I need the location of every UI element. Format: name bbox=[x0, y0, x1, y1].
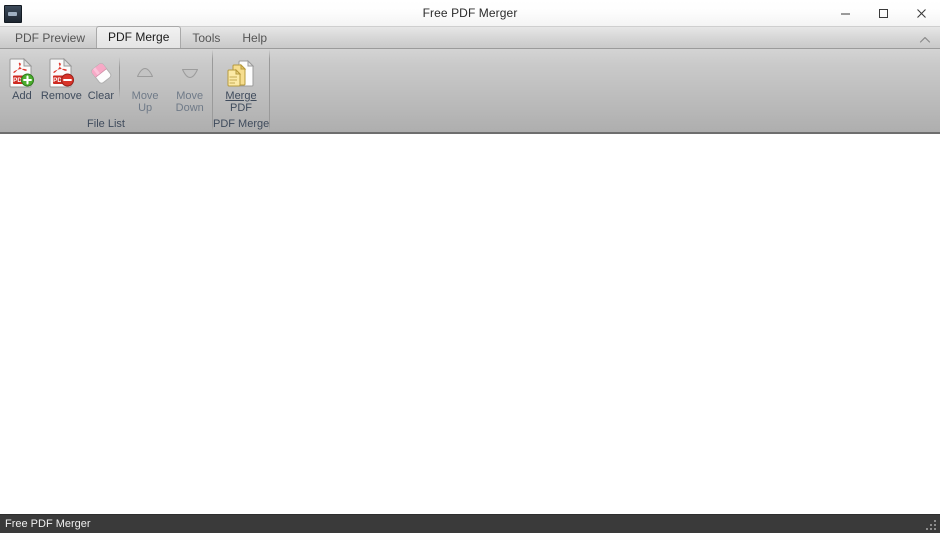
tab-pdf-merge[interactable]: PDF Merge bbox=[96, 26, 182, 48]
pdf-remove-icon: PDF bbox=[48, 56, 75, 90]
add-button[interactable]: PDF Add bbox=[4, 53, 40, 105]
ribbon-collapse-button[interactable] bbox=[918, 32, 932, 46]
remove-button-label: Remove bbox=[40, 90, 82, 102]
status-bar: Free PDF Merger bbox=[0, 514, 940, 533]
merge-pdf-button-label: Merge PDF bbox=[225, 90, 257, 114]
resize-grip-icon[interactable] bbox=[924, 518, 938, 532]
move-down-button[interactable]: Move Down bbox=[167, 53, 212, 115]
tab-pdf-preview[interactable]: PDF Preview bbox=[4, 28, 96, 48]
ribbon: PDF Add PDF Remove Clear Move Up Move Do… bbox=[0, 48, 940, 134]
add-button-label: Add bbox=[12, 90, 32, 102]
move-down-label-line1: Move bbox=[176, 90, 204, 102]
stacked-pages-icon bbox=[226, 56, 256, 90]
ribbon-group-file-list: PDF Add PDF Remove Clear Move Up Move Do… bbox=[0, 49, 212, 132]
minimize-button[interactable] bbox=[826, 0, 864, 26]
maximize-icon bbox=[878, 8, 888, 18]
remove-button[interactable]: PDF Remove bbox=[40, 53, 83, 105]
triangle-down-icon bbox=[178, 56, 202, 90]
window-controls bbox=[826, 0, 940, 26]
move-up-button[interactable]: Move Up bbox=[123, 53, 168, 115]
merge-pdf-label-line2: PDF bbox=[230, 101, 252, 114]
ribbon-tab-strip: PDF Preview PDF Merge Tools Help bbox=[0, 26, 940, 48]
window-title: Free PDF Merger bbox=[422, 6, 518, 20]
chevron-up-icon bbox=[919, 36, 931, 43]
ribbon-group-label-file-list: File List bbox=[87, 118, 125, 130]
move-down-button-label: Move Down bbox=[175, 90, 204, 114]
maximize-button[interactable] bbox=[864, 0, 902, 26]
close-icon bbox=[916, 8, 926, 18]
triangle-up-icon bbox=[133, 56, 157, 90]
tab-help[interactable]: Help bbox=[231, 28, 278, 48]
ribbon-inner-separator bbox=[118, 57, 120, 99]
ribbon-group-pdf-merge-items: Merge PDF bbox=[213, 49, 269, 117]
title-bar[interactable]: Free PDF Merger bbox=[0, 0, 940, 26]
close-button[interactable] bbox=[902, 0, 940, 26]
status-bar-text: Free PDF Merger bbox=[5, 517, 91, 530]
eraser-icon bbox=[86, 56, 116, 90]
move-down-label-line2: Down bbox=[175, 101, 204, 114]
ribbon-group-label-pdf-merge: PDF Merge bbox=[213, 118, 270, 130]
move-up-button-label: Move Up bbox=[131, 90, 159, 114]
clear-button[interactable]: Clear bbox=[83, 53, 119, 105]
ribbon-group-pdf-merge: Merge PDF PDF Merge bbox=[213, 49, 269, 132]
merge-pdf-label-line1: Merge bbox=[225, 90, 257, 102]
ribbon-group-file-list-items: PDF Add PDF Remove Clear Move Up Move Do… bbox=[0, 49, 212, 117]
clear-button-label: Clear bbox=[87, 90, 114, 102]
move-up-label-line2: Up bbox=[138, 101, 153, 114]
minimize-icon bbox=[840, 13, 850, 14]
pdf-add-icon: PDF bbox=[8, 56, 35, 90]
tab-tools[interactable]: Tools bbox=[181, 28, 231, 48]
app-window: Free PDF Merger PDF Preview PDF Merge To… bbox=[0, 0, 940, 533]
file-list-area[interactable] bbox=[0, 134, 940, 514]
move-up-label-line1: Move bbox=[131, 90, 159, 102]
app-icon[interactable] bbox=[4, 4, 22, 23]
merge-pdf-button[interactable]: Merge PDF bbox=[213, 53, 269, 115]
ribbon-empty-space bbox=[270, 49, 940, 132]
